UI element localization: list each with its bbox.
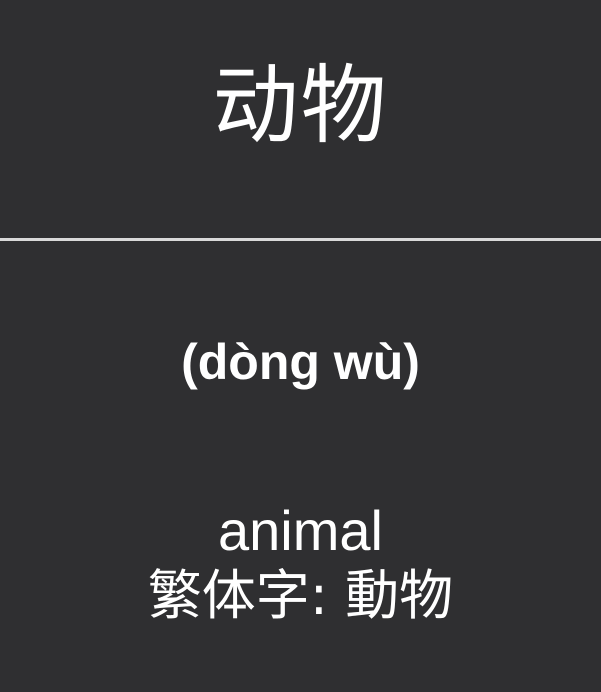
traditional-text: 繁体字: 動物 <box>147 564 454 627</box>
hanzi-text: 动物 <box>212 56 389 156</box>
flashcard[interactable]: 动物 (dòng wù) animal 繁体字: 動物 <box>0 0 601 692</box>
pinyin-text: (dòng wù) <box>181 334 420 390</box>
card-back: (dòng wù) animal 繁体字: 動物 <box>0 241 601 692</box>
meaning-text: animal <box>218 499 383 562</box>
card-front: 动物 <box>0 0 601 238</box>
